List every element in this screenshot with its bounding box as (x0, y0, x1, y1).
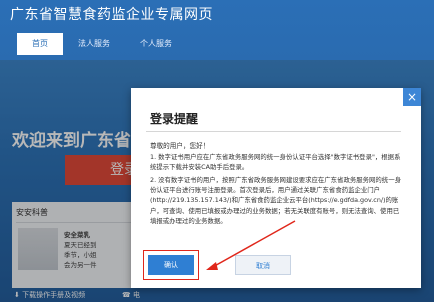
pointer-arrow-icon (206, 220, 296, 270)
